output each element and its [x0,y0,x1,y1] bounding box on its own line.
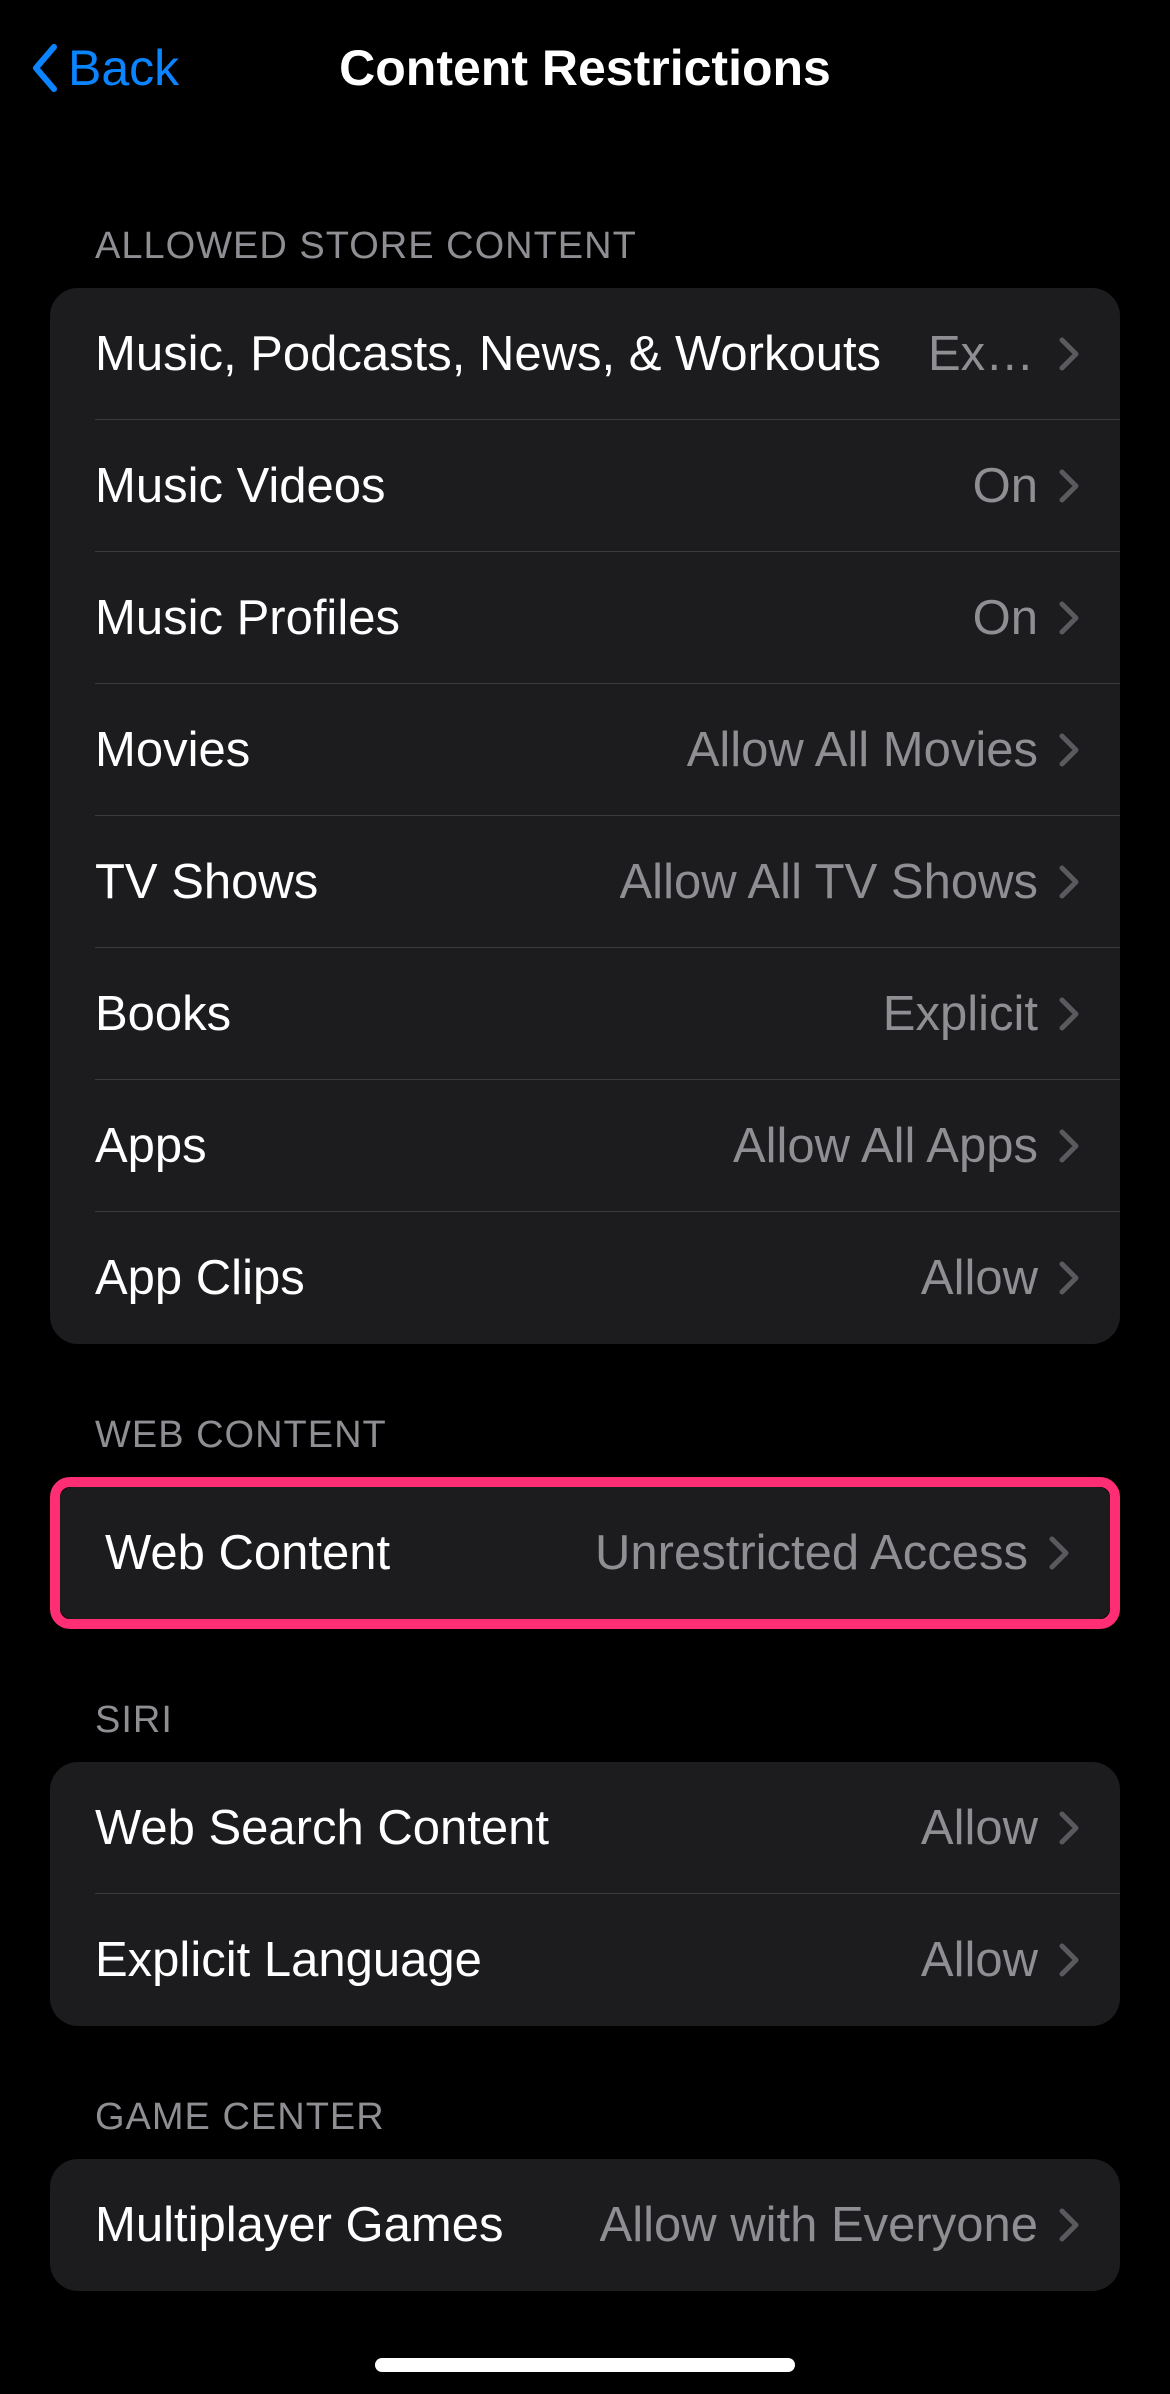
row-label: App Clips [95,1250,305,1306]
row-value: Allow with Everyone [600,2197,1038,2253]
chevron-left-icon [30,43,60,93]
section-header-gamecenter: GAME CENTER [50,2026,1120,2159]
row-music-videos[interactable]: Music Videos On [50,420,1120,552]
row-tv-shows[interactable]: TV Shows Allow All TV Shows [50,816,1120,948]
row-value: On [973,590,1038,646]
chevron-right-icon [1058,468,1080,504]
row-value: Allow [921,1932,1038,1988]
chevron-right-icon [1058,864,1080,900]
chevron-right-icon [1058,1128,1080,1164]
section-header-store: ALLOWED STORE CONTENT [50,135,1120,288]
back-label: Back [68,39,179,97]
row-value: Unrestricted Access [595,1525,1028,1581]
content-area: ALLOWED STORE CONTENT Music, Podcasts, N… [0,135,1170,2291]
page-title: Content Restrictions [339,39,831,97]
row-value: Allow [921,1800,1038,1856]
row-web-search-content[interactable]: Web Search Content Allow [50,1762,1120,1894]
home-indicator[interactable] [375,2358,795,2372]
row-value: Allow All TV Shows [620,854,1039,910]
row-label: Multiplayer Games [95,2197,503,2253]
row-label: Web Content [105,1525,390,1581]
row-music-podcasts[interactable]: Music, Podcasts, News, & Workouts Explic… [50,288,1120,420]
row-label: Books [95,986,231,1042]
row-label: Movies [95,722,250,778]
row-label: Web Search Content [95,1800,549,1856]
chevron-right-icon [1058,1942,1080,1978]
chevron-right-icon [1058,1810,1080,1846]
row-apps[interactable]: Apps Allow All Apps [50,1080,1120,1212]
row-value: Allow All Movies [687,722,1038,778]
back-button[interactable]: Back [30,39,179,97]
row-value: Allow All Apps [733,1118,1038,1174]
row-books[interactable]: Books Explicit [50,948,1120,1080]
chevron-right-icon [1048,1535,1070,1571]
row-label: Music, Podcasts, News, & Workouts [95,326,881,382]
chevron-right-icon [1058,996,1080,1032]
row-label: Explicit Language [95,1932,482,1988]
chevron-right-icon [1058,336,1080,372]
row-value: Allow [921,1250,1038,1306]
row-label: Apps [95,1118,207,1174]
row-value: On [973,458,1038,514]
row-explicit-language[interactable]: Explicit Language Allow [50,1894,1120,2026]
section-header-web: WEB CONTENT [50,1344,1120,1477]
group-gamecenter: Multiplayer Games Allow with Everyone [50,2159,1120,2291]
row-app-clips[interactable]: App Clips Allow [50,1212,1120,1344]
chevron-right-icon [1058,732,1080,768]
row-web-content[interactable]: Web Content Unrestricted Access [60,1487,1110,1619]
row-value: Explicit [928,326,1038,382]
section-header-siri: SIRI [50,1629,1120,1762]
row-label: Music Profiles [95,590,400,646]
group-web: Web Content Unrestricted Access [60,1487,1110,1619]
row-value: Explicit [883,986,1038,1042]
chevron-right-icon [1058,600,1080,636]
chevron-right-icon [1058,1260,1080,1296]
chevron-right-icon [1058,2207,1080,2243]
row-label: TV Shows [95,854,318,910]
group-store: Music, Podcasts, News, & Workouts Explic… [50,288,1120,1344]
row-movies[interactable]: Movies Allow All Movies [50,684,1120,816]
row-multiplayer-games[interactable]: Multiplayer Games Allow with Everyone [50,2159,1120,2291]
highlight-annotation: Web Content Unrestricted Access [50,1477,1120,1629]
row-music-profiles[interactable]: Music Profiles On [50,552,1120,684]
navigation-bar: Back Content Restrictions [0,0,1170,135]
row-label: Music Videos [95,458,386,514]
group-siri: Web Search Content Allow Explicit Langua… [50,1762,1120,2026]
